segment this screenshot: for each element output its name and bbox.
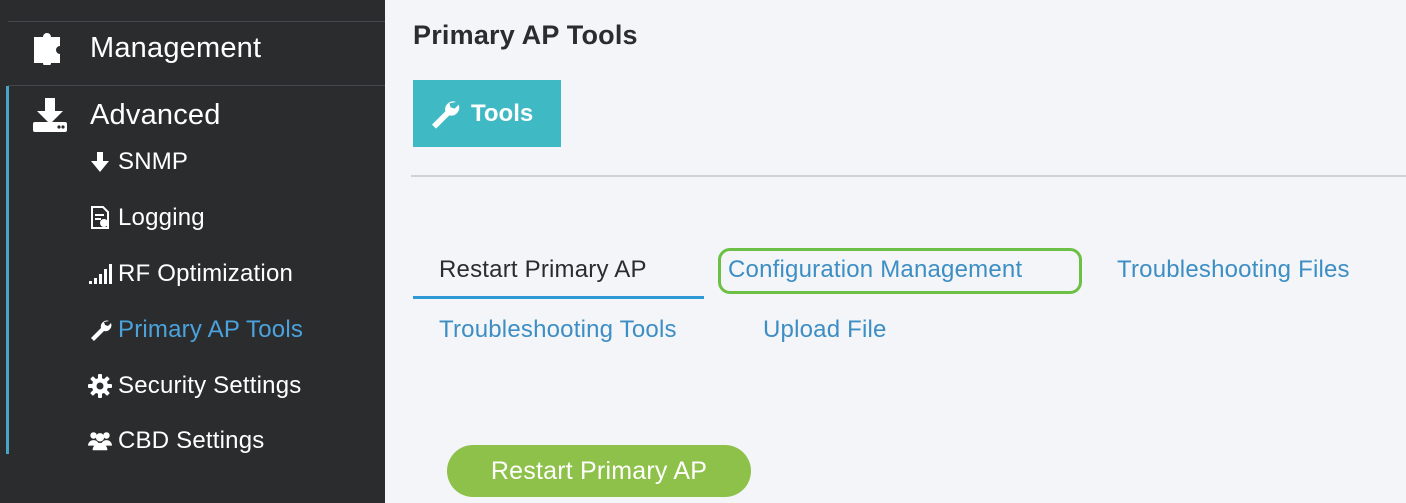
sidebar-item-label: Logging bbox=[118, 204, 205, 231]
signal-bars-icon bbox=[88, 262, 112, 286]
sidebar: Management Advanced SNMP Logging RF Opti… bbox=[0, 0, 385, 503]
gear-icon bbox=[88, 374, 112, 398]
log-file-icon bbox=[88, 206, 112, 230]
sidebar-active-accent bbox=[6, 86, 9, 454]
puzzle-icon bbox=[30, 31, 70, 65]
sidebar-item-rf-optimization[interactable]: RF Optimization bbox=[88, 260, 293, 288]
download-icon bbox=[30, 98, 70, 132]
sidebar-divider bbox=[8, 85, 385, 86]
page-title: Primary AP Tools bbox=[413, 20, 638, 50]
sidebar-section-management[interactable]: Management bbox=[30, 31, 261, 65]
sidebar-item-label: CBD Settings bbox=[118, 427, 265, 454]
tab-troubleshooting-files[interactable]: Troubleshooting Files bbox=[1117, 256, 1350, 284]
sidebar-item-label: RF Optimization bbox=[118, 260, 294, 287]
users-icon bbox=[88, 429, 112, 453]
wrench-icon bbox=[427, 97, 461, 131]
active-tab-underline bbox=[413, 296, 704, 299]
restart-primary-ap-button[interactable]: Restart Primary AP bbox=[447, 445, 751, 497]
tab-configuration-management[interactable]: Configuration Management bbox=[728, 256, 1022, 284]
sidebar-item-snmp[interactable]: SNMP bbox=[88, 148, 188, 176]
sidebar-item-cbd-settings[interactable]: CBD Settings bbox=[88, 427, 264, 455]
section-divider bbox=[411, 175, 1406, 177]
tools-button-label: Tools bbox=[471, 99, 534, 127]
sidebar-top-divider bbox=[8, 21, 385, 22]
tools-button[interactable]: Tools bbox=[413, 80, 561, 147]
wrench-icon bbox=[88, 318, 112, 342]
sidebar-item-primary-ap-tools[interactable]: Primary AP Tools bbox=[88, 316, 303, 344]
tab-restart-primary-ap[interactable]: Restart Primary AP bbox=[439, 256, 647, 284]
sidebar-item-label: SNMP bbox=[118, 148, 189, 175]
tab-upload-file[interactable]: Upload File bbox=[763, 316, 887, 344]
sidebar-item-label: Security Settings bbox=[118, 372, 302, 399]
sidebar-section-label: Advanced bbox=[90, 98, 221, 131]
sidebar-item-security-settings[interactable]: Security Settings bbox=[88, 372, 301, 400]
main-content: Primary AP Tools Tools Restart Primary A… bbox=[385, 0, 1406, 503]
sidebar-item-logging[interactable]: Logging bbox=[88, 204, 205, 232]
sidebar-item-label: Primary AP Tools bbox=[118, 316, 304, 343]
tab-troubleshooting-tools[interactable]: Troubleshooting Tools bbox=[439, 316, 677, 344]
sidebar-section-label: Management bbox=[90, 31, 262, 64]
sidebar-section-advanced[interactable]: Advanced bbox=[30, 98, 221, 132]
arrow-down-icon bbox=[88, 150, 112, 174]
